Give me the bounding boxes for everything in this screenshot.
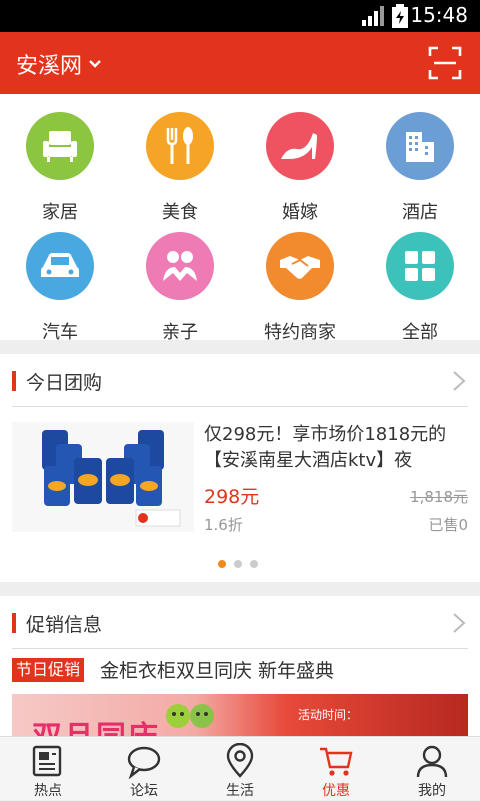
tab-discount[interactable]: 优惠 [288,737,384,801]
deal-price: 298元 [204,486,260,508]
category-label: 家居 [42,202,78,223]
category-hotel[interactable]: 酒店 [360,112,480,232]
category-food[interactable]: 美食 [120,112,240,232]
category-label: 全部 [402,322,438,343]
category-all[interactable]: 全部 [360,232,480,352]
deal-image [12,422,194,532]
scan-icon[interactable] [428,46,462,80]
divider [12,648,468,649]
promo-banner: 双旦同庆 活动时间： [12,694,468,736]
deal-title: 仅298元！享市场价1818元的【安溪南星大酒店ktv】夜 [204,424,447,471]
beer-cans-image [42,430,181,527]
category-label: 汽车 [42,322,78,343]
tab-mine[interactable]: 我的 [384,737,480,801]
tab-label: 生活 [226,783,254,799]
high-heel-icon [281,133,317,159]
category-circle [146,112,214,180]
category-circle [146,232,214,300]
tab-forum[interactable]: 论坛 [96,737,192,801]
building-icon [406,132,434,162]
grid-icon [405,251,435,281]
group-buy-header[interactable]: 今日团购 [0,354,480,407]
category-label: 特约商家 [264,322,336,343]
promo-section: 促销信息 节日促销 金柜衣柜双旦同庆 新年盛典 双旦同庆 活动时间： [0,596,480,736]
promo-header[interactable]: 促销信息 [0,596,480,649]
mascot-image [166,704,214,728]
promo-headline: 金柜衣柜双旦同庆 新年盛典 [100,660,335,682]
location-pin-icon [226,743,254,778]
pager-dots [218,560,258,568]
group-buy-section: 今日团购 仅298元！享市场价1818元的【安溪南星大酒店ktv】夜 298元 … [0,354,480,582]
battery-icon [392,4,408,28]
category-car[interactable]: 汽车 [0,232,120,352]
status-time: 15:48 [410,3,468,27]
category-grid: 家居 美食 婚嫁 酒店 汽车 亲子 特约商家 全部 [0,94,480,343]
pager-dot [234,560,242,568]
category-label: 亲子 [162,322,198,343]
car-icon [41,253,79,277]
fork-spoon-icon [166,127,193,164]
category-label: 酒店 [402,202,438,223]
section-marker [12,613,16,633]
pager-dot [250,560,258,568]
deal-discount: 1.6折 [204,516,243,534]
signal-icon [362,6,384,26]
chat-bubble-icon [127,746,161,779]
chevron-right-icon [453,613,466,633]
category-circle [26,232,94,300]
section-title: 促销信息 [26,614,103,636]
category-label: 美食 [162,202,198,223]
section-title: 今日团购 [26,372,103,394]
section-marker [12,371,16,391]
sofa-icon [43,131,77,162]
category-circle [266,112,334,180]
handshake-icon [280,256,320,279]
category-circle [386,112,454,180]
status-bar: 15:48 [0,0,480,32]
tab-label: 论坛 [130,783,158,799]
promo-tag: 节日促销 [12,658,85,682]
banner-info: 活动时间： [298,708,359,722]
category-wedding[interactable]: 婚嫁 [240,112,360,232]
city-name: 安溪网 [16,54,83,79]
chevron-right-icon [453,371,466,391]
parent-child-icon [163,251,197,281]
tab-hot[interactable]: 热点 [0,737,96,801]
app-header: 安溪网 [0,32,480,94]
user-icon [416,745,448,778]
tab-label: 优惠 [322,783,350,799]
city-selector[interactable]: 安溪网 [16,48,102,80]
category-partners[interactable]: 特约商家 [240,232,360,352]
category-circle [26,112,94,180]
category-circle [266,232,334,300]
chevron-down-icon [89,60,101,68]
banner-title: 双旦同庆 [32,712,160,736]
category-label: 婚嫁 [282,202,318,223]
tab-label: 我的 [418,783,446,799]
deal-sold-count: 已售0 [428,516,468,534]
cart-icon [320,747,353,776]
pager-dot-active [218,560,226,568]
divider [12,406,468,407]
news-icon [32,745,62,777]
category-parenting[interactable]: 亲子 [120,232,240,352]
deal-original-price: 1,818元 [410,488,468,506]
category-circle [386,232,454,300]
tab-label: 热点 [34,783,62,799]
bottom-tab-bar: 热点 论坛 生活 优惠 我的 [0,736,480,800]
tab-life[interactable]: 生活 [192,737,288,801]
category-home[interactable]: 家居 [0,112,120,232]
